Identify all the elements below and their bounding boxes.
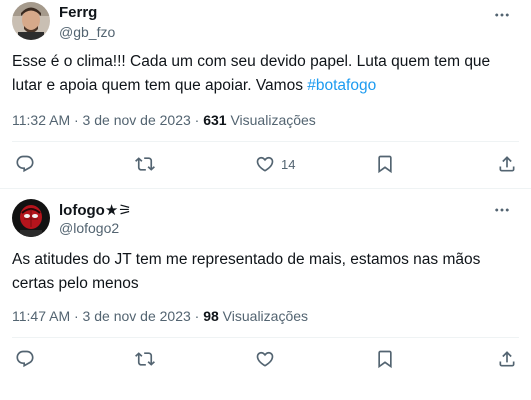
reply-button[interactable]	[15, 349, 35, 369]
tweet-text: Esse é o clima!!! Cada um com seu devido…	[12, 50, 490, 98]
heart-icon	[255, 349, 275, 369]
views-count: 631	[203, 112, 227, 128]
reply-button[interactable]	[15, 154, 35, 174]
hashtag-link[interactable]: #botafogo	[307, 77, 376, 94]
more-icon[interactable]	[493, 6, 511, 24]
views-count: 98	[203, 308, 219, 324]
bookmark-button[interactable]	[375, 154, 395, 174]
bookmark-icon	[375, 154, 395, 174]
bookmark-icon	[375, 349, 395, 369]
action-bar: 14	[0, 154, 531, 178]
tweet-meta: 11:32 AM · 3 de nov de 2023 · 631 Visual…	[12, 112, 316, 128]
heart-icon	[255, 154, 275, 174]
meta-divider	[12, 337, 519, 338]
tweet-2: lofogo★⚞ @lofogo2 As atitudes do JT tem …	[0, 189, 531, 400]
tweet-text-line-1: As atitudes do JT tem me representado de…	[12, 251, 481, 268]
retweet-button[interactable]	[135, 154, 155, 174]
tweet-meta: 11:47 AM · 3 de nov de 2023 · 98 Visuali…	[12, 308, 308, 324]
timestamp[interactable]: 11:32 AM · 3 de nov de 2023 ·	[12, 112, 203, 128]
like-count: 14	[281, 156, 296, 172]
display-name[interactable]: lofogo★⚞	[59, 201, 132, 219]
share-icon	[497, 349, 517, 369]
tweet-1: Ferrg @gb_fzo Esse é o clima!!! Cada um …	[0, 0, 531, 188]
user-handle[interactable]: @lofogo2	[59, 220, 119, 236]
timestamp[interactable]: 11:47 AM · 3 de nov de 2023 ·	[12, 308, 203, 324]
views-label: Visualizações	[226, 112, 316, 128]
more-icon[interactable]	[493, 201, 511, 219]
bookmark-button[interactable]	[375, 349, 395, 369]
display-name[interactable]: Ferrg	[59, 4, 97, 21]
tweet-text-line-2-prefix: lutar e apoia quem tem que apoiar. Vamos	[12, 77, 308, 94]
action-bar	[0, 349, 531, 373]
retweet-icon	[135, 154, 155, 174]
avatar[interactable]	[12, 199, 50, 237]
like-button[interactable]: 14	[255, 154, 295, 174]
share-icon	[497, 154, 517, 174]
like-button[interactable]	[255, 349, 275, 369]
retweet-icon	[135, 349, 155, 369]
tweet-text-line-1: Esse é o clima!!! Cada um com seu devido…	[12, 53, 491, 70]
share-button[interactable]	[497, 349, 517, 369]
tweet-text: As atitudes do JT tem me representado de…	[12, 248, 480, 296]
tweet-text-line-2: certas pelo menos	[12, 275, 139, 292]
reply-icon	[15, 154, 35, 174]
meta-divider	[12, 141, 519, 142]
avatar[interactable]	[12, 2, 50, 40]
share-button[interactable]	[497, 154, 517, 174]
retweet-button[interactable]	[135, 349, 155, 369]
user-handle[interactable]: @gb_fzo	[59, 24, 115, 40]
reply-icon	[15, 349, 35, 369]
views-label: Visualizações	[218, 308, 309, 324]
tweet-text-line-2: lutar e apoia quem tem que apoiar. Vamos…	[12, 74, 490, 98]
